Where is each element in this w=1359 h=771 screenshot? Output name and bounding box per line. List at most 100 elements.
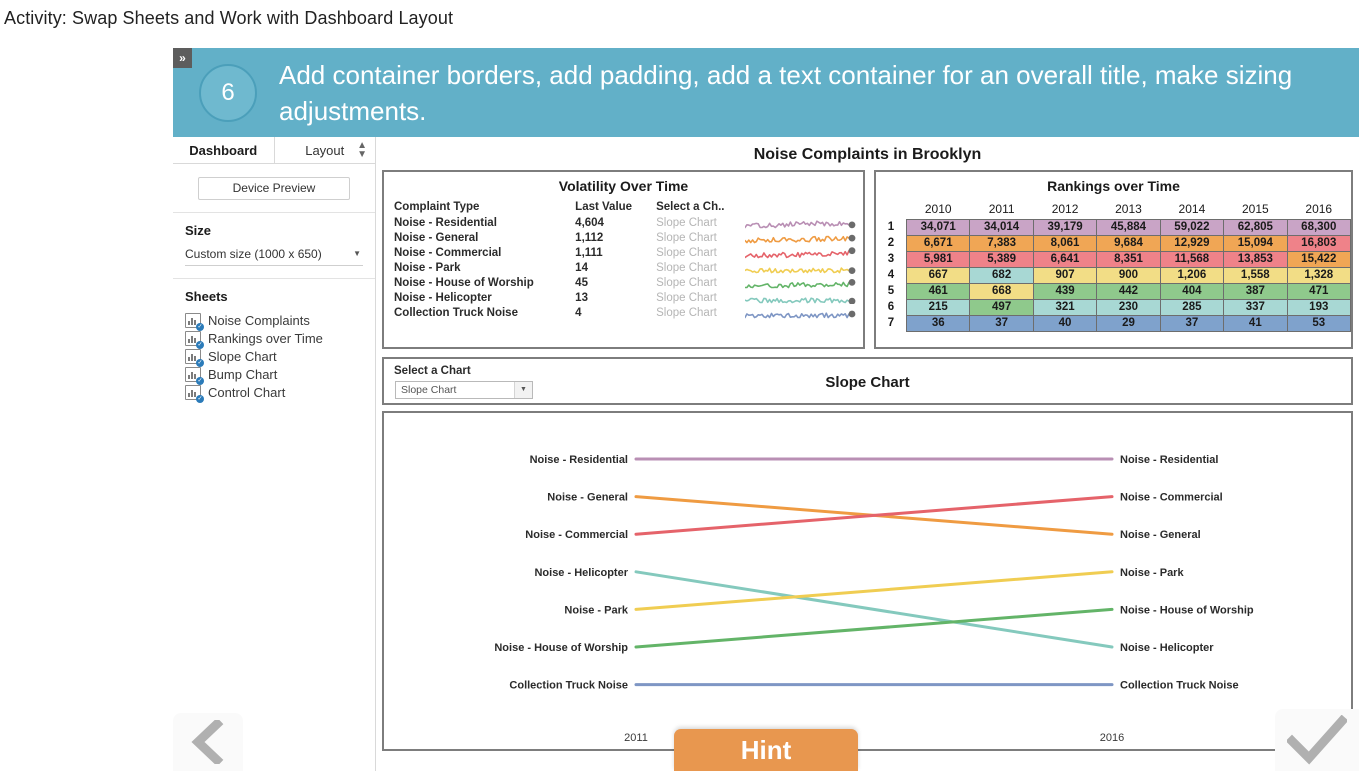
sparkline-cell: [741, 215, 863, 230]
sheet-item[interactable]: ✓ Slope Chart: [185, 349, 363, 367]
rank-value-cell[interactable]: 6,641: [1032, 251, 1098, 268]
rank-value-cell[interactable]: 230: [1096, 299, 1161, 316]
volatility-panel[interactable]: Volatility Over Time Complaint Type Last…: [382, 170, 865, 349]
rank-value-cell[interactable]: 16,803: [1286, 235, 1352, 252]
rank-value-cell[interactable]: 7,383: [969, 235, 1034, 252]
tab-dashboard[interactable]: Dashboard: [173, 137, 274, 163]
complete-step-button[interactable]: [1275, 709, 1359, 771]
table-row[interactable]: 4 667 682 907 900 1,206 1,558 1,328: [876, 267, 1352, 284]
rank-value-cell[interactable]: 193: [1286, 299, 1352, 316]
rank-value-cell[interactable]: 907: [1032, 267, 1098, 284]
rank-value-cell[interactable]: 9,684: [1096, 235, 1161, 252]
rank-value-cell[interactable]: 1,206: [1159, 267, 1225, 284]
hint-button[interactable]: Hint: [674, 729, 858, 771]
chart-selector-panel[interactable]: Select a Chart Slope Chart ▼ Slope Chart: [382, 357, 1353, 405]
device-preview-button[interactable]: Device Preview: [198, 177, 350, 200]
sparkline-cell: [741, 290, 863, 305]
rank-value-cell[interactable]: 13,853: [1223, 251, 1288, 268]
table-row[interactable]: 6 215 497 321 230 285 337 193: [876, 299, 1352, 316]
rank-value-cell[interactable]: 215: [905, 299, 971, 316]
rank-value-cell[interactable]: 6,671: [905, 235, 971, 252]
table-row[interactable]: 5 461 668 439 442 404 387 471: [876, 283, 1352, 300]
table-row[interactable]: 7 36 37 40 29 37 41 53: [876, 315, 1352, 332]
rank-value-cell[interactable]: 68,300: [1286, 219, 1352, 236]
rank-value-cell[interactable]: 11,568: [1159, 251, 1225, 268]
rank-value-cell[interactable]: 15,094: [1223, 235, 1288, 252]
rankings-panel[interactable]: Rankings over Time 2010 2011 2012 2013 2014 2…: [874, 170, 1353, 349]
rank-value-cell[interactable]: 15,422: [1286, 251, 1352, 268]
axis-tick-label: 2011: [624, 732, 648, 744]
rank-value-cell[interactable]: 62,805: [1223, 219, 1288, 236]
volatility-row[interactable]: Noise - Helicopter 13 Slope Chart: [384, 290, 863, 305]
rank-value-cell[interactable]: 404: [1159, 283, 1225, 300]
previous-step-button[interactable]: [173, 713, 243, 771]
rank-value-cell[interactable]: 29: [1096, 315, 1161, 332]
rank-value-cell[interactable]: 8,061: [1032, 235, 1098, 252]
rank-value-cell[interactable]: 439: [1032, 283, 1098, 300]
rank-value-cell[interactable]: 37: [1159, 315, 1225, 332]
rank-value-cell[interactable]: 1,328: [1286, 267, 1352, 284]
rank-value-cell[interactable]: 8,351: [1096, 251, 1161, 268]
rank-value-cell[interactable]: 5,389: [969, 251, 1034, 268]
rank-value-cell[interactable]: 59,022: [1159, 219, 1225, 236]
year-header-cell: 2011: [988, 202, 1015, 216]
rank-value-cell[interactable]: 442: [1096, 283, 1161, 300]
sheet-item[interactable]: ✓ Bump Chart: [185, 367, 363, 385]
volatility-row[interactable]: Noise - Park 14 Slope Chart: [384, 260, 863, 275]
rank-value-cell[interactable]: 37: [969, 315, 1034, 332]
rank-value-cell[interactable]: 461: [905, 283, 971, 300]
rank-value-cell[interactable]: 667: [905, 267, 971, 284]
size-select[interactable]: Custom size (1000 x 650) ▼: [185, 247, 363, 266]
rank-value-cell[interactable]: 682: [969, 267, 1034, 284]
sheets-block: Sheets ✓ Noise Complaints ✓ Rankings over T…: [173, 279, 375, 415]
chevron-right-icon[interactable]: »: [173, 48, 192, 68]
rank-value-cell[interactable]: 900: [1096, 267, 1161, 284]
rank-value-cell[interactable]: 12,929: [1159, 235, 1225, 252]
volatility-row[interactable]: Noise - Residential 4,604 Slope Chart: [384, 215, 863, 230]
rank-value-cell[interactable]: 34,014: [969, 219, 1034, 236]
rank-value-cell[interactable]: 668: [969, 283, 1034, 300]
spinner-updown-icon[interactable]: ▲ ▼: [357, 141, 367, 160]
rank-value-cell[interactable]: 39,179: [1032, 219, 1098, 236]
worksheet-icon: ✓: [185, 313, 204, 331]
rank-value-cell[interactable]: 497: [969, 299, 1034, 316]
sheet-item[interactable]: ✓ Rankings over Time: [185, 331, 363, 349]
volatility-row[interactable]: Collection Truck Noise 4 Slope Chart: [384, 305, 863, 320]
rank-value-cell[interactable]: 337: [1223, 299, 1288, 316]
rank-value-cell[interactable]: 36: [905, 315, 971, 332]
table-row[interactable]: 1 34,071 34,014 39,179 45,884 59,022 62,805 68,…: [876, 219, 1352, 236]
rank-value-cell[interactable]: 45,884: [1096, 219, 1161, 236]
selected-chart-cell: Slope Chart: [656, 306, 717, 319]
sheet-item[interactable]: ✓ Control Chart: [185, 385, 363, 403]
rank-corner-cell: [876, 201, 907, 220]
sheet-item[interactable]: ✓ Noise Complaints: [185, 313, 363, 331]
rank-value-cell[interactable]: 34,071: [905, 219, 971, 236]
slope-right-label: Noise - Residential: [1120, 454, 1218, 466]
volatility-row[interactable]: Noise - General 1,112 Slope Chart: [384, 230, 863, 245]
rank-value-cell[interactable]: 41: [1223, 315, 1288, 332]
rank-value-cell[interactable]: 471: [1286, 283, 1352, 300]
chevron-down-icon: ▼: [353, 249, 361, 258]
table-row[interactable]: 2 6,671 7,383 8,061 9,684 12,929 15,094 16,803: [876, 235, 1352, 252]
slope-line[interactable]: [634, 570, 1114, 649]
slope-chart-panel[interactable]: Noise - Residential Noise - Residential No…: [382, 411, 1353, 751]
worksheet-icon: ✓: [185, 331, 204, 349]
slope-left-label: Noise - Residential: [530, 454, 628, 466]
rank-label-cell: 1: [887, 221, 895, 233]
rank-value-cell[interactable]: 321: [1032, 299, 1098, 316]
top-container-row: Volatility Over Time Complaint Type Last…: [376, 170, 1359, 349]
table-row[interactable]: 3 5,981 5,389 6,641 8,351 11,568 13,853 15,422: [876, 251, 1352, 268]
rank-value-cell[interactable]: 5,981: [905, 251, 971, 268]
sparkline-cell: [741, 275, 863, 290]
tab-layout[interactable]: Layout ▲ ▼: [273, 137, 376, 163]
volatility-row[interactable]: Noise - House of Worship 45 Slope Chart: [384, 275, 863, 290]
rank-value-cell[interactable]: 40: [1032, 315, 1098, 332]
rank-value-cell[interactable]: 387: [1223, 283, 1288, 300]
worksheet-icon: ✓: [185, 349, 204, 367]
rank-value-cell[interactable]: 53: [1286, 315, 1352, 332]
rank-value-cell[interactable]: 285: [1159, 299, 1225, 316]
rank-value-cell[interactable]: 1,558: [1223, 267, 1288, 284]
volatility-row[interactable]: Noise - Commercial 1,111 Slope Chart: [384, 245, 863, 260]
slope-line[interactable]: [634, 570, 1114, 611]
slope-line[interactable]: [634, 607, 1114, 649]
